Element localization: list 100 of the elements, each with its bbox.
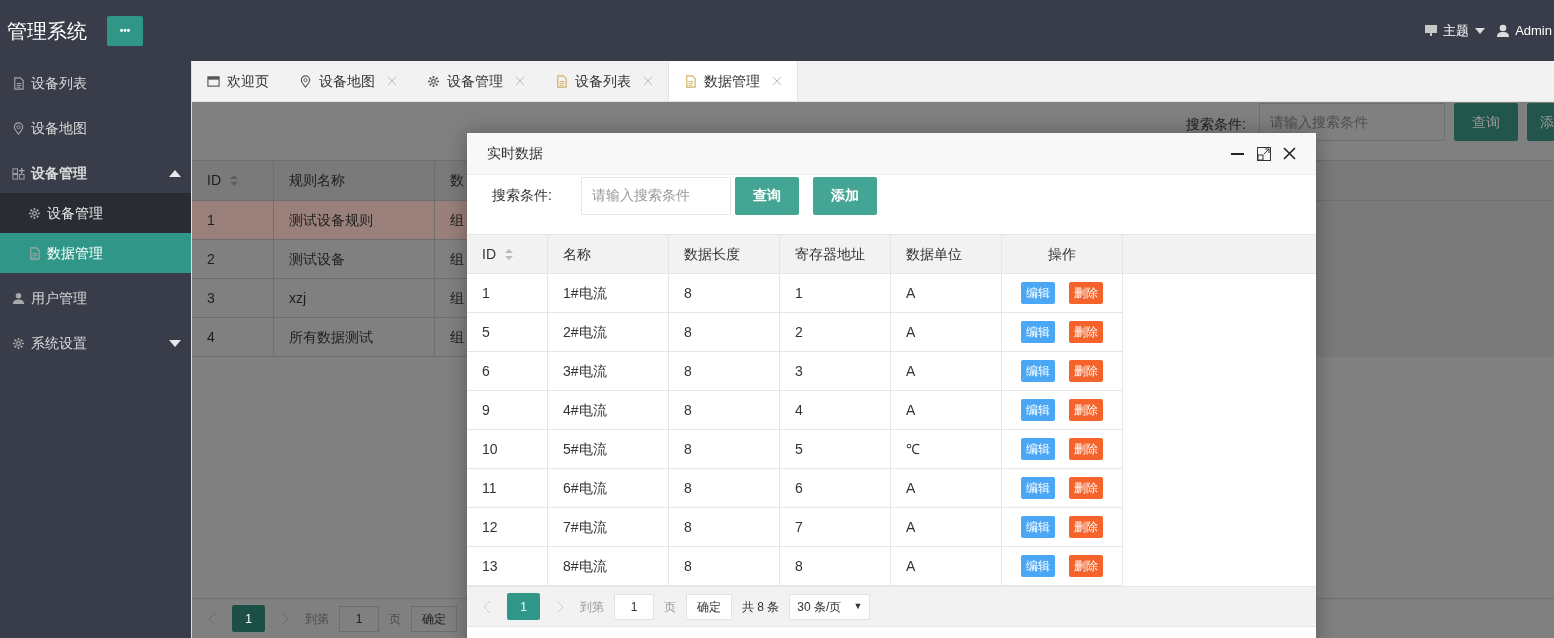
- table-cell: 7: [780, 508, 891, 547]
- app-title: 管理系统: [7, 18, 87, 44]
- add-button[interactable]: 添: [1527, 103, 1554, 141]
- current-page[interactable]: 1: [507, 593, 540, 620]
- caret-down-icon: ▼: [853, 599, 863, 614]
- grid-icon: [12, 166, 25, 180]
- edit-button[interactable]: 编辑: [1021, 438, 1055, 460]
- table-cell: 6: [780, 469, 891, 508]
- sidebar-item[interactable]: 用户管理: [0, 278, 191, 318]
- column-header[interactable]: ID: [192, 161, 274, 200]
- search-label: 搜索条件:: [1186, 115, 1246, 134]
- table-cell: 测试设备规则: [274, 201, 435, 239]
- column-header: 数: [449, 171, 465, 190]
- sidebar-item[interactable]: 设备列表: [0, 63, 191, 103]
- table-cell: 5#电流: [548, 430, 669, 469]
- table-cell: 2#电流: [548, 313, 669, 352]
- tab[interactable]: 设备管理: [412, 61, 540, 101]
- current-page[interactable]: 1: [232, 605, 265, 632]
- table-cell: 2: [780, 313, 891, 352]
- table-cell: xzj: [274, 279, 435, 317]
- delete-button[interactable]: 删除: [1069, 477, 1103, 499]
- column-header: 操作: [1002, 235, 1123, 273]
- confirm-button[interactable]: 确定: [411, 605, 457, 632]
- edit-button[interactable]: 编辑: [1021, 516, 1055, 538]
- user-icon: [12, 291, 25, 305]
- table-cell-text: 组: [449, 327, 465, 347]
- tab[interactable]: 设备列表: [540, 61, 668, 101]
- delete-button[interactable]: 删除: [1069, 399, 1103, 421]
- total-count: 共 8 条: [742, 598, 780, 616]
- edit-button[interactable]: 编辑: [1021, 477, 1055, 499]
- page-input[interactable]: 1: [614, 593, 654, 620]
- table-cell: A: [891, 469, 1002, 508]
- delete-button[interactable]: 删除: [1069, 555, 1103, 577]
- table-cell: 8: [669, 430, 780, 469]
- gear-icon: [12, 336, 25, 350]
- table-cell: A: [891, 352, 1002, 391]
- table-cell-text: 组: [449, 210, 465, 230]
- add-button[interactable]: 添加: [813, 176, 877, 215]
- delete-button[interactable]: 删除: [1069, 360, 1103, 382]
- tab[interactable]: 设备地图: [284, 61, 412, 101]
- sidebar-item[interactable]: 系统设置: [0, 323, 191, 363]
- table-cell: 3: [192, 279, 274, 317]
- table-cell: ℃: [891, 430, 1002, 469]
- table-cell: 8: [669, 508, 780, 547]
- sort-icon[interactable]: [229, 174, 239, 187]
- column-header[interactable]: ID: [467, 235, 548, 273]
- table-cell: 12: [467, 508, 548, 547]
- page-input[interactable]: 1: [339, 605, 379, 632]
- table-cell: 4#电流: [548, 391, 669, 430]
- window-icon: [207, 74, 220, 88]
- table-cell: 1: [780, 274, 891, 313]
- delete-button[interactable]: 删除: [1069, 438, 1103, 460]
- document-icon: [555, 74, 568, 88]
- edit-button[interactable]: 编辑: [1021, 321, 1055, 343]
- table-cell: 8: [669, 352, 780, 391]
- column-header: 名称: [548, 235, 669, 273]
- theme-menu[interactable]: 主题: [1443, 20, 1470, 41]
- sidebar-item[interactable]: 设备管理: [0, 153, 191, 193]
- document-icon: [28, 246, 41, 260]
- column-header: 数据长度: [669, 235, 780, 273]
- close-icon[interactable]: [1283, 147, 1296, 160]
- table-cell: A: [891, 508, 1002, 547]
- dialog-title: 实时数据: [487, 144, 543, 163]
- user-menu[interactable]: Admin: [1515, 20, 1552, 41]
- document-icon: [12, 76, 25, 90]
- menu-button[interactable]: •••: [107, 15, 143, 46]
- delete-button[interactable]: 删除: [1069, 516, 1103, 538]
- edit-button[interactable]: 编辑: [1021, 282, 1055, 304]
- gear-icon: [427, 74, 440, 88]
- sidebar-item[interactable]: 设备地图: [0, 108, 191, 148]
- tab[interactable]: 欢迎页: [192, 61, 284, 101]
- table-cell: 4: [780, 391, 891, 430]
- column-header: 规则名称: [274, 161, 435, 200]
- sidebar-item[interactable]: 数据管理: [0, 233, 191, 273]
- tab[interactable]: 数据管理: [668, 61, 798, 101]
- table-cell: A: [891, 274, 1002, 313]
- table-cell: 6: [467, 352, 548, 391]
- table-cell: 4: [192, 318, 274, 356]
- sidebar-item[interactable]: 设备管理: [0, 193, 191, 233]
- search-field[interactable]: 请输入搜索条件: [581, 176, 731, 215]
- monitor-icon: [1425, 25, 1438, 36]
- table-cell-text: 组: [449, 288, 465, 308]
- query-button[interactable]: 查询: [1454, 103, 1518, 141]
- sort-icon[interactable]: [504, 247, 514, 261]
- delete-button[interactable]: 删除: [1069, 282, 1103, 304]
- delete-button[interactable]: 删除: [1069, 321, 1103, 343]
- gear-icon: [28, 206, 41, 220]
- location-pin-icon: [12, 121, 25, 135]
- edit-button[interactable]: 编辑: [1021, 399, 1055, 421]
- confirm-button[interactable]: 确定: [686, 593, 732, 620]
- table-cell: 6#电流: [548, 469, 669, 508]
- search-label: 搜索条件:: [492, 186, 553, 205]
- query-button[interactable]: 查询: [735, 176, 799, 215]
- table-cell: 3#电流: [548, 352, 669, 391]
- page-size-select[interactable]: 30 条/页 ▼: [789, 593, 871, 620]
- table-cell: 10: [467, 430, 548, 469]
- edit-button[interactable]: 编辑: [1021, 555, 1055, 577]
- maximize-icon[interactable]: [1257, 146, 1271, 161]
- edit-button[interactable]: 编辑: [1021, 360, 1055, 382]
- table-cell: 1: [467, 274, 548, 313]
